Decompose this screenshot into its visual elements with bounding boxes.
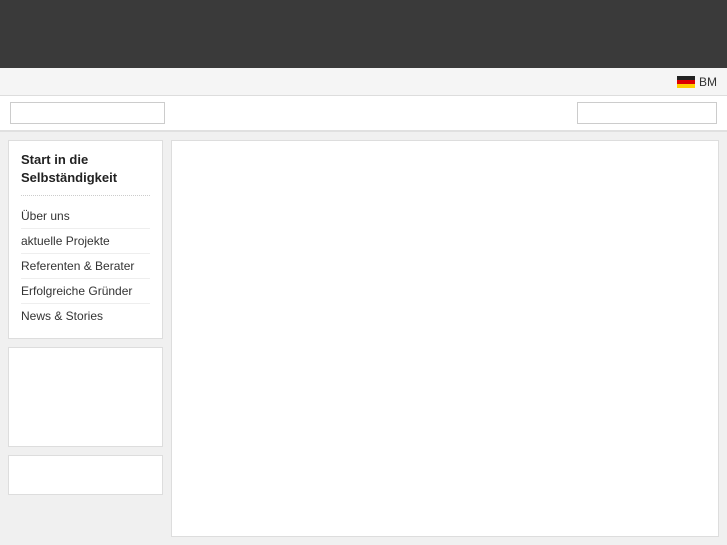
sidebar-item-referenten-berater[interactable]: Referenten & Berater bbox=[21, 254, 150, 279]
nav-search-input-right[interactable] bbox=[577, 102, 717, 124]
nav-bar bbox=[0, 96, 727, 132]
sub-header: BM bbox=[0, 68, 727, 96]
sidebar-nav-title: Start in die Selbständigkeit bbox=[21, 151, 150, 196]
language-selector[interactable]: BM bbox=[677, 75, 717, 89]
sidebar-box-secondary bbox=[8, 347, 163, 447]
nav-search-input-left[interactable] bbox=[10, 102, 165, 124]
nav-right bbox=[577, 102, 717, 124]
sidebar-nav-box: Start in die Selbständigkeit Über uns ak… bbox=[8, 140, 163, 339]
sidebar-item-aktuelle-projekte[interactable]: aktuelle Projekte bbox=[21, 229, 150, 254]
flag-icon bbox=[677, 76, 695, 88]
sidebar-item-erfolgreiche-gruender[interactable]: Erfolgreiche Gründer bbox=[21, 279, 150, 304]
top-header bbox=[0, 0, 727, 68]
nav-left bbox=[10, 102, 165, 124]
content-area bbox=[171, 140, 719, 537]
sidebar-item-news-stories[interactable]: News & Stories bbox=[21, 304, 150, 328]
sidebar: Start in die Selbständigkeit Über uns ak… bbox=[8, 140, 163, 537]
main-layout: Start in die Selbständigkeit Über uns ak… bbox=[0, 132, 727, 545]
lang-label: BM bbox=[699, 75, 717, 89]
sidebar-item-uber-uns[interactable]: Über uns bbox=[21, 204, 150, 229]
sidebar-box-tertiary bbox=[8, 455, 163, 495]
